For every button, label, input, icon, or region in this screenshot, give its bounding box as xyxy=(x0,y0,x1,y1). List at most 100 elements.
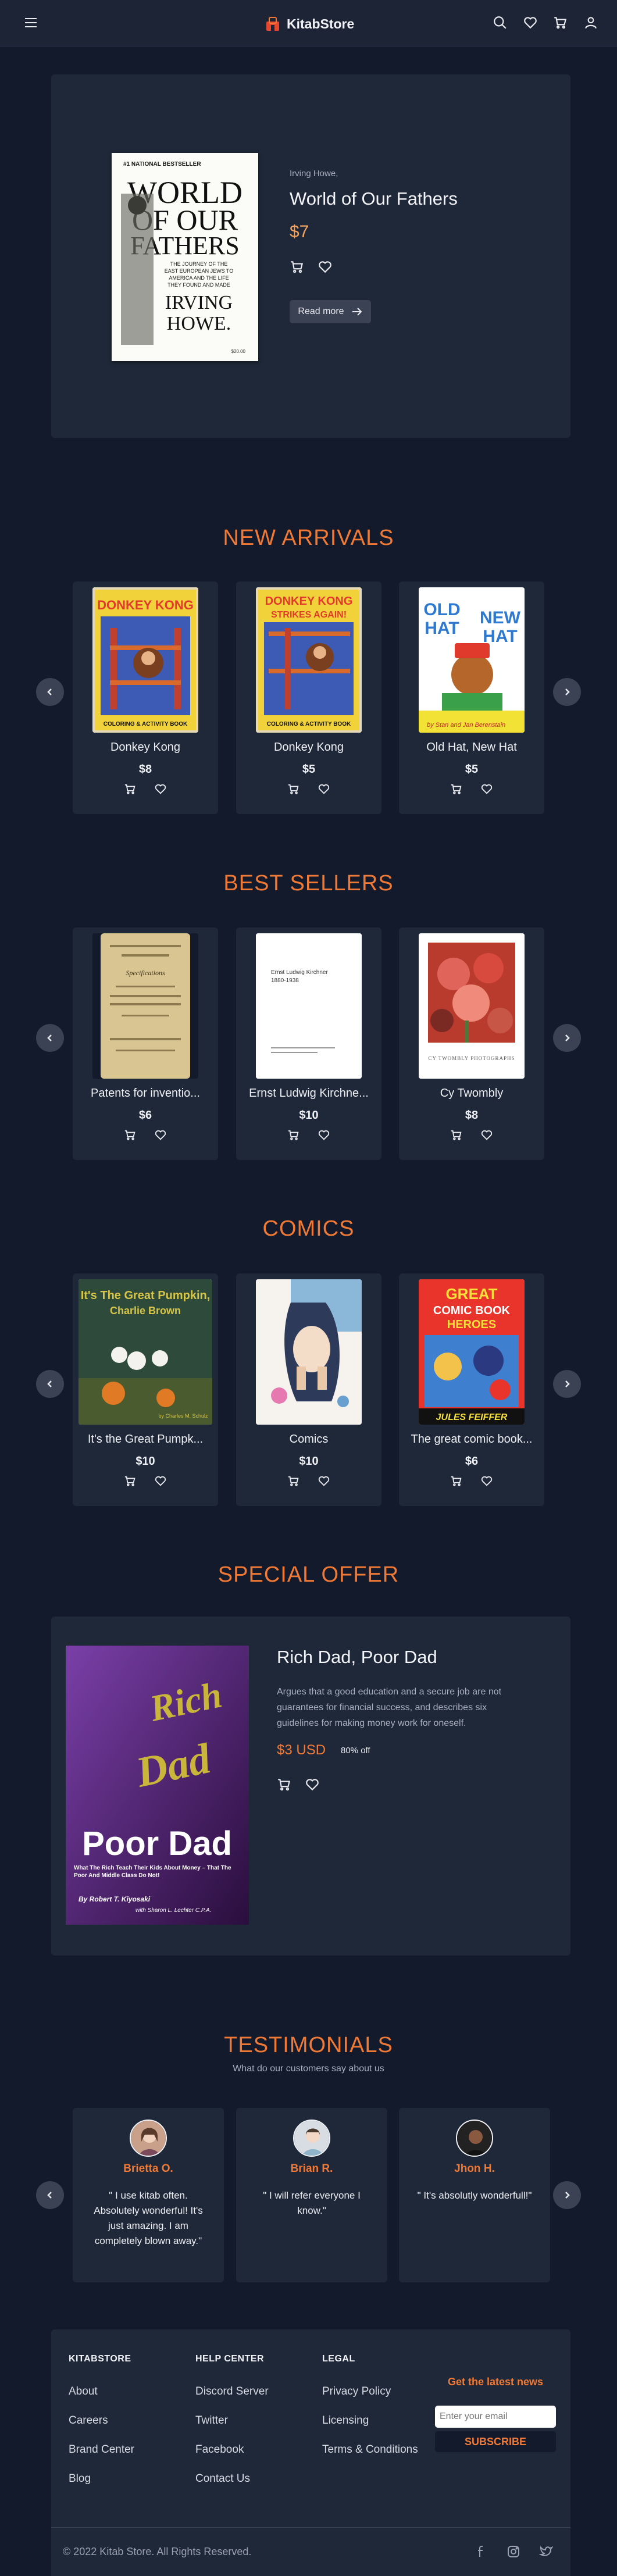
carousel-prev-button[interactable] xyxy=(36,1024,64,1052)
add-to-cart-icon[interactable] xyxy=(287,1129,300,1141)
book-card[interactable]: Comics $10 xyxy=(236,1273,381,1506)
wishlist-heart-icon[interactable] xyxy=(318,1475,330,1487)
book-title[interactable]: Cy Twombly xyxy=(405,1087,538,1100)
svg-text:STRIKES AGAIN!: STRIKES AGAIN! xyxy=(271,610,347,620)
add-to-cart-icon[interactable] xyxy=(124,783,137,795)
chevron-left-icon xyxy=(47,2192,52,2199)
wishlist-heart-icon[interactable] xyxy=(480,1475,493,1487)
footer-link-discord[interactable]: Discord Server xyxy=(195,2385,269,2398)
wishlist-heart-icon[interactable] xyxy=(154,783,167,795)
shop-icon xyxy=(266,17,279,31)
footer-column-help-center: HELP CENTER Discord Server Twitter Faceb… xyxy=(195,2354,269,2502)
add-to-cart-icon[interactable] xyxy=(287,1475,300,1487)
wishlist-heart-icon[interactable] xyxy=(318,1129,330,1141)
book-cover: It's The Great Pumpkin, Charlie Brown by… xyxy=(79,1279,212,1425)
add-to-cart-icon[interactable] xyxy=(450,1129,463,1141)
menu-icon[interactable] xyxy=(23,15,38,30)
carousel-prev-button[interactable] xyxy=(36,678,64,706)
book-cover: OLD HAT NEW HAT by Stan and Jan Berensta… xyxy=(419,587,525,733)
svg-text:COLORING & ACTIVITY BOOK: COLORING & ACTIVITY BOOK xyxy=(267,721,351,727)
comics-carousel: It's The Great Pumpkin, Charlie Brown by… xyxy=(0,1273,617,1506)
wishlist-heart-icon[interactable] xyxy=(318,259,333,274)
book-price: $8 xyxy=(465,1109,479,1122)
offer-discount: 80% off xyxy=(341,1746,370,1756)
add-to-cart-icon[interactable] xyxy=(277,1777,292,1792)
best-sellers-title: BEST SELLERS xyxy=(223,871,394,895)
offer-book-cover[interactable]: Rich Dad Poor Dad What The Rich Teach Th… xyxy=(66,1646,249,1925)
add-to-cart-icon[interactable] xyxy=(124,1129,137,1141)
book-title[interactable]: It's the Great Pumpk... xyxy=(79,1433,212,1446)
user-icon[interactable] xyxy=(583,15,598,30)
book-title[interactable]: Patents for inventio... xyxy=(79,1087,212,1100)
email-field[interactable] xyxy=(435,2406,556,2428)
navbar: KitabStore xyxy=(0,0,617,47)
book-card[interactable]: Ernst Ludwig Kirchner 1880-1938 Ernst Lu… xyxy=(236,927,381,1160)
carousel-next-button[interactable] xyxy=(553,678,581,706)
book-card[interactable]: DONKEY KONG COLORING & ACTIVITY BOOK Don… xyxy=(73,581,218,814)
wishlist-heart-icon[interactable] xyxy=(480,1129,493,1141)
footer-link-about[interactable]: About xyxy=(69,2385,134,2398)
wishlist-heart-icon[interactable] xyxy=(154,1475,167,1487)
brand-logo[interactable]: KitabStore xyxy=(265,15,354,33)
svg-text:Charlie Brown: Charlie Brown xyxy=(110,1305,181,1316)
book-title[interactable]: Donkey Kong xyxy=(79,741,212,754)
book-card[interactable]: OLD HAT NEW HAT by Stan and Jan Berensta… xyxy=(399,581,544,814)
footer-link-terms[interactable]: Terms & Conditions xyxy=(322,2443,418,2456)
instagram-icon[interactable] xyxy=(507,2545,520,2559)
book-cover: DONKEY KONG STRIKES AGAIN! COLORING & AC… xyxy=(256,587,362,733)
footer-link-privacy[interactable]: Privacy Policy xyxy=(322,2385,418,2398)
testimonials-carousel: Brietta O. " I use kitab often. Absolute… xyxy=(0,2108,617,2282)
book-card[interactable]: CY TWOMBLY PHOTOGRAPHS Cy Twombly $8 xyxy=(399,927,544,1160)
wishlist-heart-icon[interactable] xyxy=(154,1129,167,1141)
book-card[interactable]: It's The Great Pumpkin, Charlie Brown by… xyxy=(73,1273,218,1506)
footer-link-blog[interactable]: Blog xyxy=(69,2472,134,2485)
carousel-next-button[interactable] xyxy=(553,1024,581,1052)
carousel-prev-button[interactable] xyxy=(36,2181,64,2209)
book-title[interactable]: Comics xyxy=(242,1433,376,1446)
svg-text:AMERICA AND THE LIFE: AMERICA AND THE LIFE xyxy=(169,275,229,281)
book-title[interactable]: The great comic book... xyxy=(405,1433,538,1446)
facebook-icon[interactable] xyxy=(474,2545,488,2559)
search-icon[interactable] xyxy=(493,15,508,30)
wishlist-heart-icon[interactable] xyxy=(305,1777,320,1792)
book-title[interactable]: Donkey Kong xyxy=(242,741,376,754)
carousel-next-button[interactable] xyxy=(553,1370,581,1398)
add-to-cart-icon[interactable] xyxy=(287,783,300,795)
newsletter-title: Get the latest news xyxy=(447,2376,544,2388)
add-to-cart-icon[interactable] xyxy=(450,1475,463,1487)
book-card[interactable]: Specifications Patents for inventio... $… xyxy=(73,927,218,1160)
svg-text:#1 NATIONAL BESTSELLER: #1 NATIONAL BESTSELLER xyxy=(123,161,201,167)
book-card[interactable]: DONKEY KONG STRIKES AGAIN! COLORING & AC… xyxy=(236,581,381,814)
book-title[interactable]: Ernst Ludwig Kirchne... xyxy=(242,1087,376,1100)
svg-text:1880-1938: 1880-1938 xyxy=(271,977,299,984)
footer-divider xyxy=(51,2527,570,2528)
book-title[interactable]: Old Hat, New Hat xyxy=(405,741,538,754)
footer-link-contact[interactable]: Contact Us xyxy=(195,2472,269,2485)
add-to-cart-icon[interactable] xyxy=(124,1475,137,1487)
heart-icon[interactable] xyxy=(523,15,538,30)
book-card[interactable]: GREAT COMIC BOOK HEROES JULES FEIFFER Th… xyxy=(399,1273,544,1506)
footer-heading: LEGAL xyxy=(322,2354,355,2364)
hero-banner: #1 NATIONAL BESTSELLER WORLD OF OUR FATH… xyxy=(51,74,570,438)
footer-link-licensing[interactable]: Licensing xyxy=(322,2414,418,2427)
carousel-prev-button[interactable] xyxy=(36,1370,64,1398)
book-price: $10 xyxy=(135,1455,155,1468)
wishlist-heart-icon[interactable] xyxy=(318,783,330,795)
testimonial-card: Jhon H. " It's absolutly wonderfull!" xyxy=(399,2108,550,2282)
read-more-button[interactable]: Read more xyxy=(290,300,371,323)
add-to-cart-icon[interactable] xyxy=(450,783,463,795)
twitter-icon[interactable] xyxy=(539,2545,553,2559)
footer-link-brand-center[interactable]: Brand Center xyxy=(69,2443,134,2456)
footer-link-twitter[interactable]: Twitter xyxy=(195,2414,269,2427)
cart-icon[interactable] xyxy=(553,15,568,30)
svg-text:THE JOURNEY OF THE: THE JOURNEY OF THE xyxy=(170,261,228,267)
offer-title: Rich Dad, Poor Dad xyxy=(277,1647,437,1667)
carousel-next-button[interactable] xyxy=(553,2181,581,2209)
hero-book-cover[interactable]: #1 NATIONAL BESTSELLER WORLD OF OUR FATH… xyxy=(112,153,258,361)
footer-link-facebook[interactable]: Facebook xyxy=(195,2443,269,2456)
footer-link-careers[interactable]: Careers xyxy=(69,2414,134,2427)
add-to-cart-icon[interactable] xyxy=(290,259,305,274)
wishlist-heart-icon[interactable] xyxy=(480,783,493,795)
subscribe-button[interactable]: SUBSCRIBE xyxy=(435,2431,556,2452)
book-cover: GREAT COMIC BOOK HEROES JULES FEIFFER xyxy=(419,1279,525,1425)
